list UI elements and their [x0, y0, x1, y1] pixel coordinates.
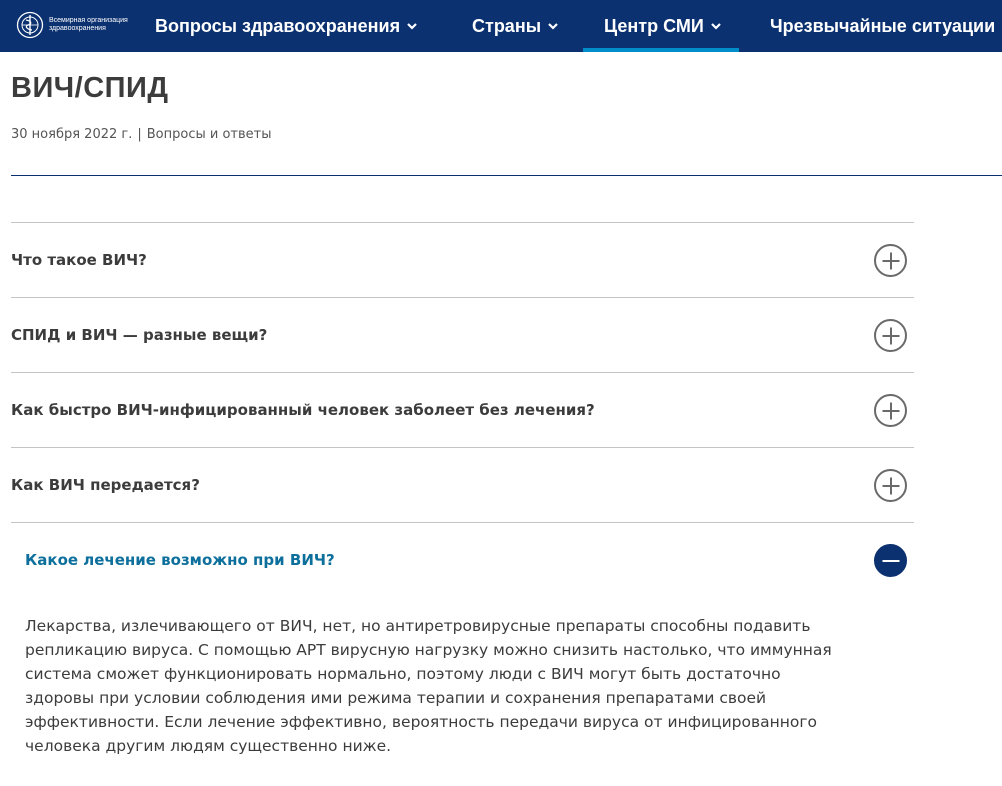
- nav-item-label: Вопросы здравоохранения: [155, 15, 401, 36]
- title-divider: [11, 175, 1002, 176]
- nav-item-media-centre[interactable]: Центр СМИ: [604, 0, 722, 52]
- accordion-item[interactable]: СПИД и ВИЧ — разные вещи?: [11, 297, 914, 372]
- accordion-question: Какое лечение возможно при ВИЧ?: [25, 551, 335, 569]
- accordion-question: Как ВИЧ передается?: [11, 476, 200, 494]
- accordion-answer: Лекарства, излечивающего от ВИЧ, нет, но…: [25, 617, 832, 755]
- top-navigation: Всемирная организация здравоохранения Во…: [0, 0, 1002, 52]
- accordion-item-expanded[interactable]: Какое лечение возможно при ВИЧ?: [11, 522, 914, 597]
- content-type: Вопросы и ответы: [146, 127, 272, 142]
- who-logo[interactable]: Всемирная организация здравоохранения: [16, 11, 141, 39]
- accordion-question: Что такое ВИЧ?: [11, 251, 147, 269]
- logo-text: Всемирная организация здравоохранения: [49, 17, 128, 32]
- nav-item-label: Страны: [472, 15, 542, 36]
- nav-item-label: Чрезвычайные ситуации: [770, 15, 996, 36]
- active-nav-indicator: [583, 48, 739, 52]
- accordion-question: Как быстро ВИЧ-инфицированный человек за…: [11, 401, 595, 419]
- accordion-question: СПИД и ВИЧ — разные вещи?: [11, 326, 268, 344]
- plus-circle-icon[interactable]: [874, 469, 907, 502]
- page-meta: 30 ноября 2022 г. | Вопросы и ответы: [11, 127, 271, 142]
- faq-accordion: Что такое ВИЧ? СПИД и ВИЧ — разные вещи?…: [11, 222, 914, 597]
- chevron-down-icon: [548, 23, 558, 30]
- meta-separator: |: [137, 127, 142, 142]
- accordion-item[interactable]: Как быстро ВИЧ-инфицированный человек за…: [11, 372, 914, 447]
- chevron-down-icon: [710, 23, 721, 30]
- nav-item-label: Центр СМИ: [604, 15, 704, 36]
- accordion-item[interactable]: Как ВИЧ передается?: [11, 447, 914, 522]
- who-emblem-icon: [16, 11, 44, 39]
- nav-item-health-topics[interactable]: Вопросы здравоохранения: [155, 0, 418, 52]
- nav-item-countries[interactable]: Страны: [472, 0, 559, 52]
- accordion-item[interactable]: Что такое ВИЧ?: [11, 222, 914, 297]
- nav-item-emergencies[interactable]: Чрезвычайные ситуации: [770, 0, 995, 52]
- plus-circle-icon[interactable]: [874, 319, 907, 352]
- chevron-down-icon: [407, 23, 417, 30]
- publish-date: 30 ноября 2022 г.: [11, 127, 133, 142]
- minus-circle-icon[interactable]: [874, 544, 907, 577]
- plus-circle-icon[interactable]: [874, 244, 907, 277]
- page-title: ВИЧ/СПИД: [11, 72, 169, 104]
- plus-circle-icon[interactable]: [874, 394, 907, 427]
